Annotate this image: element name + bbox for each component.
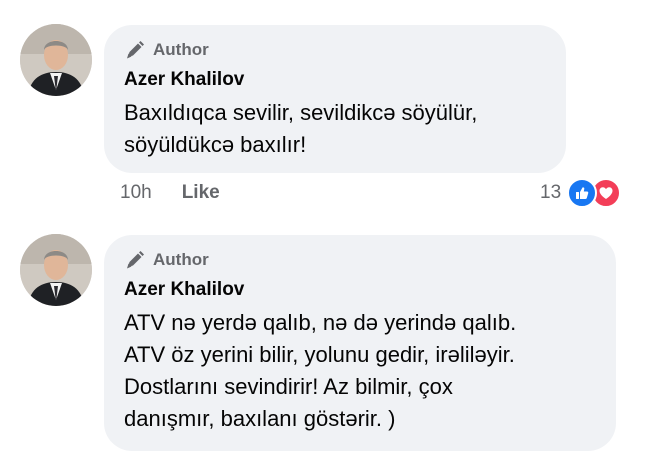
comment-text: Baxıldıqca sevilir, sevildikcə söyülür, … [124, 100, 478, 157]
like-button[interactable]: Like [182, 182, 220, 204]
author-avatar[interactable] [20, 24, 92, 96]
author-avatar[interactable] [20, 234, 92, 306]
badge-label: Author [153, 250, 209, 269]
comment-actions: 10h Like [120, 182, 220, 204]
author-name[interactable]: Azer Khalilov [124, 277, 596, 303]
badge-label: Author [153, 40, 209, 59]
reactions-summary[interactable]: 13 [540, 178, 622, 208]
author-badge: Author [124, 39, 546, 61]
comment-text: ATV nə yerdə qalıb, nə də yerində qalıb.… [124, 310, 517, 431]
comment-bubble: Author Azer Khalilov Baxıldıqca sevilir,… [104, 25, 566, 173]
author-badge: Author [124, 249, 596, 271]
author-name[interactable]: Azer Khalilov [124, 67, 546, 93]
reaction-count: 13 [540, 182, 562, 203]
like-icon [567, 178, 598, 208]
comment-time[interactable]: 10h [120, 182, 152, 204]
pen-icon [124, 39, 146, 61]
pen-icon [124, 249, 146, 271]
comment-bubble: Author Azer Khalilov ATV nə yerdə qalıb,… [104, 235, 616, 451]
